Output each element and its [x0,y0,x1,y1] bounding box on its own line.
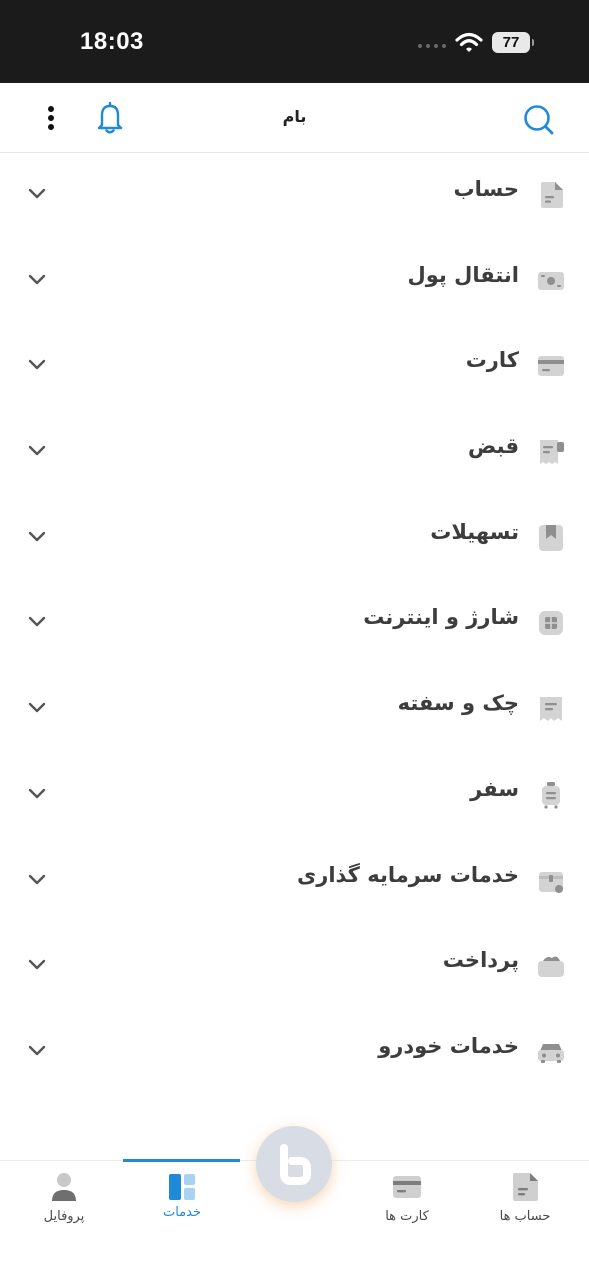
chevron-down-icon [28,788,46,799]
chevron-down-icon [28,617,46,627]
chevron-down-icon [28,1045,46,1056]
nav-item-cards[interactable]: کارت ها [348,1161,466,1280]
menu-item-account[interactable]: حساب [0,153,589,239]
nav-label: خدمات [162,1205,202,1220]
chevron-down-icon [28,445,46,456]
search-icon[interactable] [520,101,556,137]
menu-item-payment[interactable]: پرداخت [0,924,589,1010]
card-icon [538,356,564,377]
menu-item-charge-internet[interactable]: شارژ و اینترنت [0,581,589,667]
chevron-down-icon [28,274,46,284]
nav-item-services[interactable]: خدمات [123,1161,241,1280]
chevron-down-icon [28,188,46,199]
app-header: بام [0,83,589,153]
menu-item-label: انتقال پول [407,262,519,287]
investment-icon [539,871,563,893]
bill-icon [540,440,564,465]
status-bar: 18:03 77 [0,0,589,83]
menu-item-label: کارت [465,348,519,373]
menu-item-label: حساب [453,177,520,201]
nav-item-profile[interactable]: پروفایل [5,1161,123,1280]
nav-item-accounts[interactable]: حساب ها [466,1161,584,1280]
nav-label: پروفایل [43,1209,85,1224]
menu-item-label: چک و سفته [397,691,519,716]
chevron-down-icon [28,874,46,884]
menu-item-bill[interactable]: قبض [0,410,589,496]
money-transfer-icon [538,271,564,290]
wallet-icon [538,956,564,978]
nav-label: کارت ها [385,1209,429,1224]
menu-item-label: پرداخت [442,948,519,973]
menu-item-car-services[interactable]: خدمات خودرو [0,1010,589,1096]
status-time: 18:03 [80,28,144,55]
sim-card-icon [539,611,563,636]
check-icon [540,697,562,722]
menu-item-check-promissory[interactable]: چک و سفته [0,667,589,753]
battery-level: 77 [502,34,520,51]
battery-icon: 77 [492,32,534,53]
menu-item-card[interactable]: کارت [0,324,589,410]
menu-item-label: قبض [468,434,519,459]
chevron-down-icon [28,531,46,541]
chevron-down-icon [28,702,46,713]
profile-icon [52,1173,76,1201]
bam-logo-icon [280,1144,311,1185]
menu-item-label: تسهیلات [430,519,519,544]
nav-label: حساب ها [499,1209,551,1224]
document-icon [513,1173,538,1201]
card-icon [393,1176,421,1198]
menu-item-label: خدمات سرمایه گذاری [297,862,519,887]
bam-center-button[interactable] [256,1126,332,1202]
menu-item-investment[interactable]: خدمات سرمایه گذاری [0,839,589,925]
services-icon [169,1174,195,1200]
menu-item-facilities[interactable]: تسهیلات [0,496,589,582]
document-icon [541,182,563,208]
car-icon [538,1043,564,1063]
chevron-down-icon [28,360,46,370]
menu-item-money-transfer[interactable]: انتقال پول [0,239,589,325]
chevron-down-icon [28,959,46,970]
cellular-signal-icon [418,44,446,48]
menu-item-label: شارژ و اینترنت [363,605,519,630]
bookmark-icon [539,524,563,551]
menu-item-label: سفر [470,776,519,801]
services-menu: حساب انتقال پول کارت قبض تسهیلات شارژ و … [0,153,589,1096]
menu-item-label: خدمات خودرو [378,1033,519,1058]
page-title: بام [282,107,307,126]
menu-item-travel[interactable]: سفر [0,753,589,839]
luggage-icon [542,781,560,809]
wifi-icon [455,32,483,52]
